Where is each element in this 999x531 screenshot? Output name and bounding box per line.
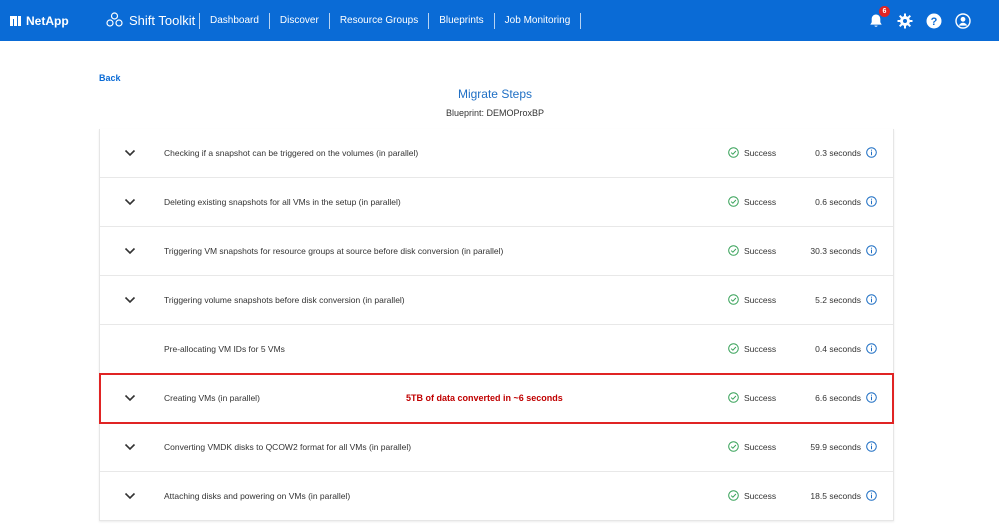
nav-dashboard[interactable]: Dashboard [200, 14, 269, 28]
status-text: Success [744, 441, 777, 452]
chevron-down-icon[interactable] [124, 442, 136, 452]
status-text: Success [744, 294, 777, 305]
status-text: Success [744, 147, 777, 158]
header-actions: 6 ? [868, 0, 971, 41]
step-row[interactable]: Attaching disks and powering on VMs (in … [100, 472, 893, 520]
app-title[interactable]: Shift Toolkit [106, 0, 195, 41]
nav-blueprints[interactable]: Blueprints [429, 14, 493, 28]
status-text: Success [744, 245, 777, 256]
info-icon[interactable] [866, 490, 877, 501]
nav-job-monitoring[interactable]: Job Monitoring [495, 14, 581, 28]
check-circle-icon [728, 343, 739, 354]
step-duration: 6.6 seconds [815, 393, 861, 403]
help-icon: ? [926, 13, 942, 28]
settings-button[interactable] [897, 13, 913, 29]
status-text: Success [744, 196, 777, 207]
callout-annotation: 5TB of data converted in ~6 seconds [406, 393, 563, 403]
step-status: Success [728, 196, 776, 207]
main-nav: Dashboard Discover Resource Groups Bluep… [199, 0, 582, 41]
step-status: Success [728, 343, 776, 354]
step-row[interactable]: Converting VMDK disks to QCOW2 format fo… [100, 423, 893, 472]
netapp-logo[interactable]: NetApp [10, 0, 69, 41]
step-label: Triggering VM snapshots for resource gro… [164, 246, 504, 256]
info-icon[interactable] [866, 245, 877, 256]
svg-text:?: ? [931, 16, 938, 28]
migrate-steps-list: Checking if a snapshot can be triggered … [99, 129, 894, 521]
step-status: Success [728, 392, 776, 403]
check-circle-icon [728, 490, 739, 501]
user-menu-button[interactable] [955, 12, 971, 29]
step-row[interactable]: Triggering VM snapshots for resource gro… [100, 227, 893, 276]
step-label: Creating VMs (in parallel) [164, 393, 260, 403]
check-circle-icon [728, 441, 739, 452]
step-label: Triggering volume snapshots before disk … [164, 295, 405, 305]
step-status: Success [728, 490, 776, 501]
check-circle-icon [728, 294, 739, 305]
netapp-logo-icon [10, 15, 21, 26]
step-duration: 0.4 seconds [815, 344, 861, 354]
info-icon[interactable] [866, 294, 877, 305]
gear-icon [897, 13, 913, 28]
status-text: Success [744, 392, 777, 403]
step-duration: 30.3 seconds [810, 246, 861, 256]
check-circle-icon [728, 392, 739, 403]
nav-discover[interactable]: Discover [270, 14, 329, 28]
check-circle-icon [728, 196, 739, 207]
step-label: Deleting existing snapshots for all VMs … [164, 197, 401, 207]
status-text: Success [744, 490, 777, 501]
top-nav-bar: NetApp Shift Toolkit Dashboard Discover … [0, 0, 999, 41]
step-row[interactable]: Deleting existing snapshots for all VMs … [100, 178, 893, 227]
step-row[interactable]: Pre-allocating VM IDs for 5 VMs Success … [100, 325, 893, 374]
step-status: Success [728, 294, 776, 305]
back-link[interactable]: Back [99, 73, 121, 83]
chevron-down-icon[interactable] [124, 148, 136, 158]
chevron-down-icon[interactable] [124, 491, 136, 501]
brand-name: NetApp [26, 13, 69, 28]
check-circle-icon [728, 147, 739, 158]
step-row-highlighted[interactable]: Creating VMs (in parallel) 5TB of data c… [99, 373, 894, 424]
step-status: Success [728, 245, 776, 256]
step-row[interactable]: Triggering volume snapshots before disk … [100, 276, 893, 325]
step-duration: 5.2 seconds [815, 295, 861, 305]
step-label: Converting VMDK disks to QCOW2 format fo… [164, 442, 412, 452]
user-icon [955, 12, 971, 29]
status-text: Success [744, 343, 777, 354]
help-button[interactable]: ? [926, 13, 942, 29]
step-duration: 0.6 seconds [815, 197, 861, 207]
info-icon[interactable] [866, 196, 877, 207]
step-label: Attaching disks and powering on VMs (in … [164, 491, 351, 501]
chevron-down-icon[interactable] [124, 295, 136, 305]
info-icon[interactable] [866, 441, 877, 452]
step-status: Success [728, 441, 776, 452]
step-row[interactable]: Checking if a snapshot can be triggered … [100, 129, 893, 178]
step-label: Checking if a snapshot can be triggered … [164, 148, 419, 158]
step-duration: 59.9 seconds [810, 442, 861, 452]
blueprint-subtitle: Blueprint: DEMOProxBP [445, 108, 545, 118]
check-circle-icon [728, 245, 739, 256]
nav-resource-groups[interactable]: Resource Groups [330, 14, 428, 28]
step-label: Pre-allocating VM IDs for 5 VMs [164, 344, 285, 354]
step-status: Success [728, 147, 776, 158]
nav-divider [580, 12, 582, 29]
notifications-button[interactable]: 6 [868, 5, 890, 29]
notification-badge: 6 [879, 5, 890, 17]
page-title: Migrate Steps [457, 87, 533, 101]
info-icon[interactable] [866, 392, 877, 403]
app-name: Shift Toolkit [129, 13, 196, 28]
info-icon[interactable] [866, 147, 877, 158]
step-duration: 18.5 seconds [810, 491, 861, 501]
step-duration: 0.3 seconds [815, 148, 861, 158]
chevron-down-icon[interactable] [124, 393, 136, 403]
shift-toolkit-logo-icon [106, 12, 123, 27]
info-icon[interactable] [866, 343, 877, 354]
chevron-down-icon[interactable] [124, 197, 136, 207]
chevron-down-icon[interactable] [124, 246, 136, 256]
